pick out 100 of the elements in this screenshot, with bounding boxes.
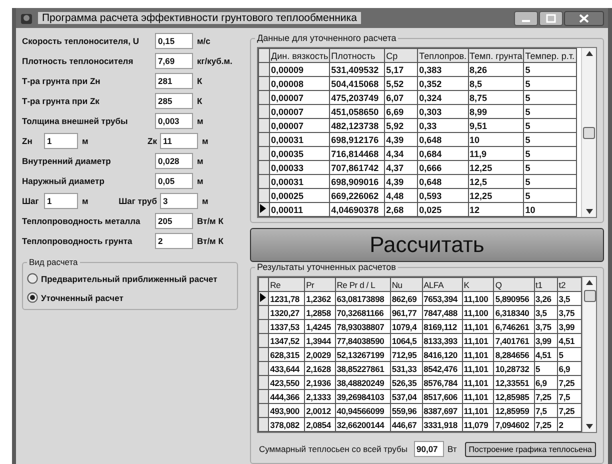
table-cell: 559,96 — [390, 404, 422, 418]
input-field[interactable]: 285 — [155, 92, 193, 108]
table-cell: 38,48820249 — [335, 376, 390, 390]
input-field[interactable]: 281 — [155, 72, 193, 88]
input-field[interactable]: 11 — [160, 132, 198, 148]
window-title: Программа расчета эффективности грунтового теплообменника — [38, 12, 361, 24]
row-header — [258, 48, 270, 62]
table-cell: 4,39 — [384, 132, 418, 146]
column-header[interactable]: Плотность — [330, 48, 385, 62]
field-label: Теплопроводность грунта — [22, 236, 134, 246]
table-cell: 12,25 — [468, 188, 524, 202]
calculate-button[interactable]: Рассчитать — [250, 228, 604, 262]
table-cell: 70,32681166 — [335, 306, 390, 320]
table-cell: 8,99 — [468, 104, 524, 118]
scroll-down-icon[interactable] — [586, 424, 594, 429]
column-header[interactable]: Q — [494, 278, 534, 292]
column-header[interactable]: t2 — [557, 278, 582, 292]
table-cell: 2,68 — [384, 202, 418, 216]
input-field[interactable]: 0,003 — [155, 112, 193, 128]
column-header[interactable]: Re — [268, 278, 305, 292]
input-field[interactable]: 2 — [155, 232, 193, 248]
column-header[interactable]: ALFA — [422, 278, 462, 292]
input-field[interactable]: 1 — [44, 192, 78, 208]
radio-button[interactable] — [27, 292, 38, 303]
table-cell: 5,92 — [384, 118, 418, 132]
column-header[interactable]: K — [462, 278, 494, 292]
unit-label: м — [82, 136, 90, 146]
column-header[interactable]: Nu — [390, 278, 422, 292]
radio-option[interactable]: Предварительный приближенный расчет — [27, 273, 233, 284]
close-icon[interactable] — [564, 10, 604, 26]
table-cell: 8,5 — [468, 76, 524, 90]
scrollbar[interactable] — [582, 277, 596, 432]
unit-label: м — [202, 196, 208, 206]
row-header[interactable] — [258, 292, 269, 306]
table-cell: 5,52 — [384, 76, 418, 90]
column-header[interactable]: Cp — [384, 48, 418, 62]
column-header[interactable]: Pr — [304, 278, 336, 292]
field-label: Т-ра грунта при Zк — [22, 96, 100, 106]
table-cell: 451,058650 — [330, 104, 385, 118]
column-header[interactable]: Темпер. р.т. — [524, 48, 576, 62]
maximize-icon[interactable] — [539, 10, 563, 26]
radio-button[interactable] — [27, 273, 38, 284]
column-header[interactable]: Теплопров. — [418, 48, 468, 62]
unit-label: Вт — [448, 444, 457, 454]
table-cell: 4,51 — [534, 348, 558, 362]
table-cell: 2,0854 — [304, 418, 336, 432]
table-cell: 0,00007 — [270, 90, 330, 104]
radio-option[interactable]: Уточненный расчет — [27, 292, 233, 303]
field-label: Плотность теплоносителя — [22, 56, 134, 66]
column-header[interactable]: Темп. грунта — [468, 48, 524, 62]
scrollbar-thumb[interactable] — [583, 127, 595, 139]
table-cell: 10 — [524, 202, 576, 216]
field-label: Zк — [146, 136, 157, 146]
table-cell: 11,101 — [462, 320, 494, 334]
table-cell: 3,5 — [534, 306, 558, 320]
table-cell: 0,684 — [418, 146, 468, 160]
plot-chart-button[interactable]: Построение графика теплосьена — [464, 442, 596, 456]
input-field[interactable]: 7,69 — [155, 52, 193, 68]
scrollbar[interactable] — [581, 48, 596, 217]
table-cell: 423,550 — [268, 376, 305, 390]
input-field[interactable]: 3 — [160, 192, 198, 208]
table-cell: 6,318340 — [494, 306, 534, 320]
table-cell: 4,48 — [384, 188, 418, 202]
table-cell: 10,28732 — [494, 362, 534, 376]
input-field[interactable]: 0,028 — [155, 152, 193, 168]
field-label: Шаг труб — [118, 196, 157, 206]
input-field[interactable]: 0,05 — [155, 172, 193, 188]
scroll-up-icon[interactable] — [586, 280, 594, 285]
table-cell: 6,9 — [534, 376, 558, 390]
table-cell: 4,39 — [384, 174, 418, 188]
scroll-up-icon[interactable] — [586, 51, 592, 56]
unit-label: м — [197, 176, 204, 186]
table-cell: 10 — [468, 132, 524, 146]
scroll-down-icon[interactable] — [586, 209, 592, 214]
table-cell: 8387,697 — [422, 404, 462, 418]
total-field: 90,07 — [414, 441, 444, 457]
column-header[interactable]: Re Pr d / L — [335, 278, 390, 292]
table-cell: 526,35 — [390, 376, 422, 390]
field-label: Внутренний диаметр — [22, 156, 112, 166]
table-cell: 0,00007 — [270, 118, 330, 132]
column-header[interactable]: Дин. вязкость — [270, 48, 330, 62]
table-cell: 0,303 — [418, 104, 468, 118]
table-cell: 1079,4 — [390, 320, 422, 334]
field-label: Шаг — [22, 196, 40, 206]
unit-label: м — [197, 116, 204, 126]
column-header[interactable]: t1 — [534, 278, 558, 292]
table-cell: 444,366 — [268, 390, 305, 404]
minimize-icon[interactable] — [514, 10, 538, 26]
table-cell: 63,08173898 — [335, 292, 390, 306]
table-cell: 7,401761 — [494, 334, 534, 348]
table-cell: 862,69 — [390, 292, 422, 306]
row-header[interactable] — [258, 202, 270, 216]
input-field[interactable]: 0,15 — [155, 32, 193, 48]
scrollbar-thumb[interactable] — [584, 290, 596, 302]
input-field[interactable]: 1 — [44, 132, 78, 148]
input-field[interactable]: 205 — [155, 212, 193, 228]
table-cell: 11,101 — [462, 348, 494, 362]
unit-label: К — [197, 96, 202, 106]
table-cell: 12,33551 — [494, 376, 534, 390]
table-cell: 0,33 — [418, 118, 468, 132]
